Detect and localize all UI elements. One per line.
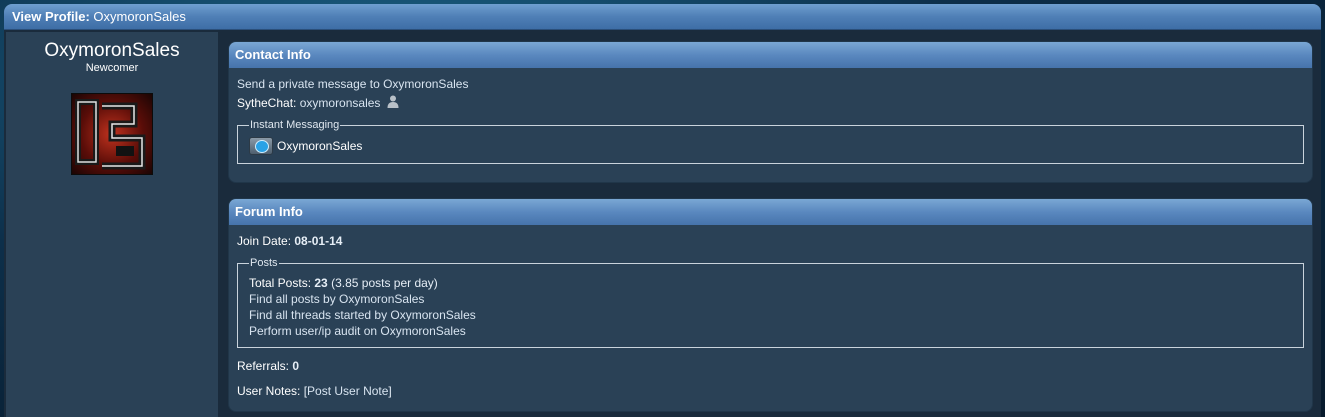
forum-info-header: Forum Info xyxy=(229,199,1312,225)
profile-username: OxymoronSales xyxy=(44,40,180,61)
join-date-label: Join Date: xyxy=(237,234,292,248)
oxymoron-logo-icon xyxy=(75,99,146,170)
forum-info-panel: Forum Info Join Date: 08-01-14 Posts Tot… xyxy=(228,198,1313,412)
contact-info-panel: Contact Info Send a private message to O… xyxy=(228,41,1313,183)
contact-info-header: Contact Info xyxy=(229,42,1312,68)
join-date-value: 08-01-14 xyxy=(294,234,343,248)
skype-icon[interactable] xyxy=(249,137,273,155)
user-sidebar: OxymoronSales Newcomer xyxy=(6,32,218,417)
avatar xyxy=(71,93,153,175)
skype-username[interactable]: OxymoronSales xyxy=(277,138,362,154)
user-notes-label: User Notes: xyxy=(237,384,301,398)
referrals-label: Referrals: xyxy=(237,359,290,373)
ip-audit-link[interactable]: Perform user/ip audit on OxymoronSales xyxy=(249,324,466,338)
send-pm-link[interactable]: Send a private message to OxymoronSales xyxy=(237,77,468,91)
profile-frame: View Profile: OxymoronSales OxymoronSale… xyxy=(4,4,1321,417)
find-threads-link[interactable]: Find all threads started by OxymoronSale… xyxy=(249,308,476,322)
sythechat-link[interactable]: oxymoronsales xyxy=(300,96,381,110)
total-posts-label: Total Posts: xyxy=(249,276,312,290)
title-label: View Profile: xyxy=(12,9,90,24)
title-username: OxymoronSales xyxy=(93,9,186,24)
posts-fieldset: Posts Total Posts: 23 (3.85 posts per da… xyxy=(237,255,1304,348)
posts-legend: Posts xyxy=(250,257,278,269)
posts-per-day: (3.85 posts per day) xyxy=(331,276,438,290)
title-bar: View Profile: OxymoronSales xyxy=(4,4,1321,30)
instant-messaging-legend: Instant Messaging xyxy=(250,119,340,131)
user-notes-bracket-close: ] xyxy=(388,384,392,398)
total-posts-value: 23 xyxy=(314,276,328,290)
user-title: Newcomer xyxy=(85,62,139,74)
user-icon[interactable] xyxy=(387,95,399,108)
find-posts-link[interactable]: Find all posts by OxymoronSales xyxy=(249,292,424,306)
instant-messaging-fieldset: Instant Messaging OxymoronSales xyxy=(237,117,1304,164)
referrals-value: 0 xyxy=(292,359,300,373)
sythechat-label: SytheChat: xyxy=(237,96,297,110)
post-user-note-link[interactable]: Post User Note xyxy=(307,384,388,398)
